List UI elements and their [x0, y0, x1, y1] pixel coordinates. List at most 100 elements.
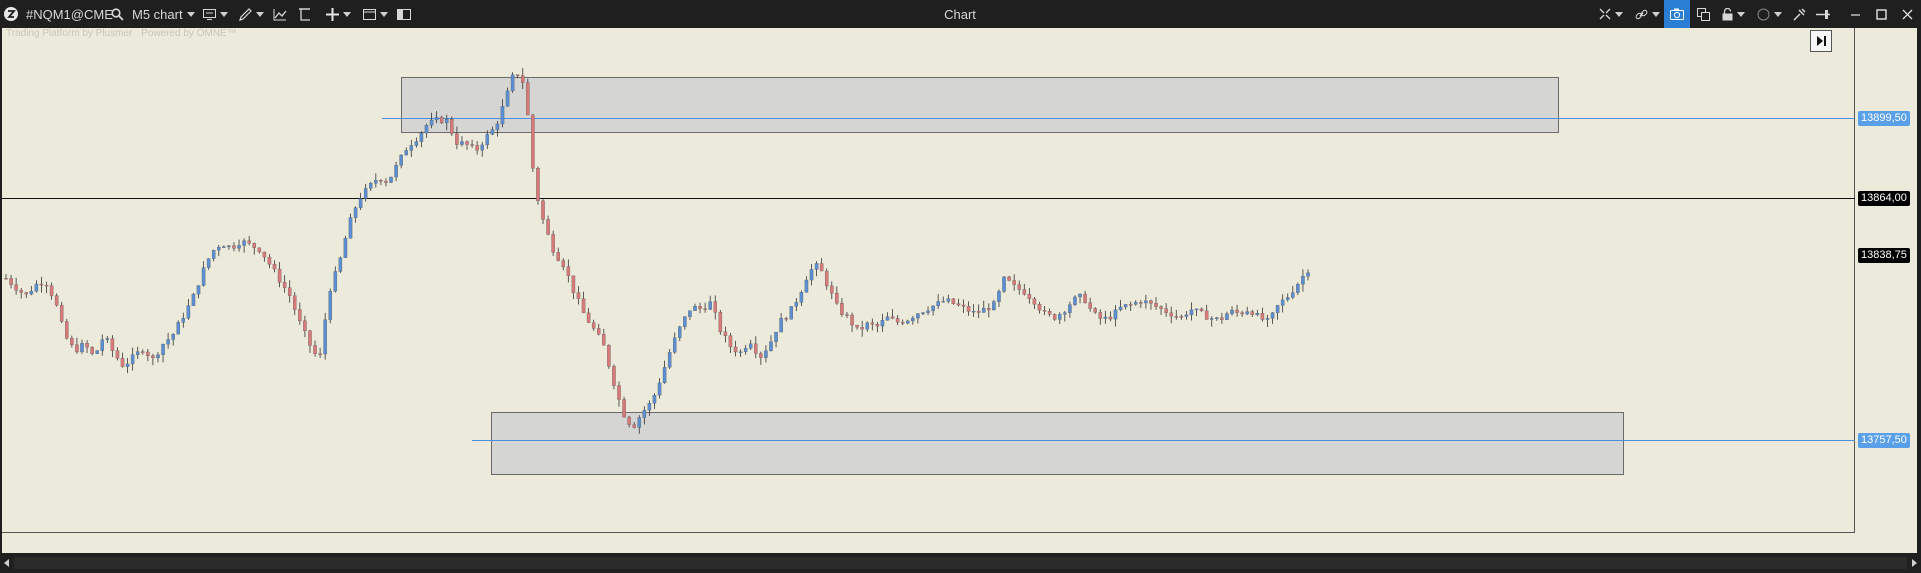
candle-body [819, 263, 824, 272]
candle-body [54, 295, 59, 306]
candle-body [926, 310, 930, 313]
candle-body [404, 150, 408, 156]
layout-icon[interactable] [396, 0, 412, 28]
candle-body [293, 295, 297, 310]
candle-body [141, 351, 145, 353]
color-button[interactable] [1754, 0, 1784, 28]
candle-body [520, 75, 525, 83]
candle-body [607, 345, 611, 367]
candle-body [1265, 318, 1270, 320]
chevron-down-icon [255, 11, 264, 17]
candle-body [1027, 294, 1032, 299]
candle-body [566, 266, 571, 276]
go-to-end-button[interactable] [1810, 30, 1832, 52]
candle-body [1189, 309, 1194, 316]
candle-body [115, 350, 120, 359]
candle-body [14, 284, 18, 291]
add-indicator-button[interactable] [322, 0, 354, 28]
search-icon[interactable] [110, 0, 124, 28]
candle-body [966, 306, 971, 312]
compress-button[interactable] [1596, 0, 1626, 28]
link-button[interactable] [1632, 0, 1662, 28]
minimize-icon[interactable] [1842, 0, 1868, 28]
close-icon[interactable] [1894, 0, 1920, 28]
candle-body [1159, 306, 1163, 309]
scroll-track[interactable] [14, 557, 1907, 569]
skip-to-end-icon [1817, 36, 1826, 46]
candle-body [865, 322, 869, 330]
candle-body [667, 352, 672, 368]
candle-body [911, 317, 915, 322]
candle-body [9, 278, 13, 285]
candle-body [409, 145, 414, 151]
timeframe-label: M5 chart [132, 6, 183, 22]
candle-body [652, 394, 657, 404]
chart-area[interactable]: Trading Platform by Plusmer Powered by O… [2, 28, 1917, 553]
candle-body [196, 285, 201, 295]
candle-body [95, 350, 99, 354]
timeframe-dropdown[interactable]: M5 chart [132, 0, 196, 28]
title-bar: #NQM1@CME M5 chart Chart [0, 0, 1921, 28]
candle-body [1007, 276, 1011, 281]
candle-body [693, 306, 697, 311]
candle-body [24, 292, 29, 295]
candle-body [850, 314, 854, 326]
candle-body [1220, 317, 1224, 320]
candle-body [424, 125, 429, 134]
candle-body [308, 330, 312, 346]
candle-body [612, 366, 616, 386]
window-button[interactable] [360, 0, 390, 28]
copy-icon[interactable] [1694, 0, 1712, 28]
candle-body [571, 275, 576, 293]
candle-body [733, 346, 738, 353]
scroll-left-icon[interactable] [0, 553, 14, 573]
display-settings-button[interactable] [200, 0, 230, 28]
candle-body [531, 114, 535, 169]
lock-button[interactable] [1718, 0, 1748, 28]
candle-body [1134, 302, 1138, 305]
candle-body [480, 144, 484, 151]
drawing-tools-button[interactable] [236, 0, 266, 28]
candle-body [399, 154, 403, 166]
horizontal-scrollbar[interactable] [0, 553, 1921, 573]
candle-body [1058, 314, 1062, 320]
candle-body [916, 313, 920, 319]
tools-icon[interactable] [1790, 0, 1808, 28]
candle-body [982, 308, 986, 313]
candle-body [1240, 312, 1244, 315]
shapes-icon[interactable] [296, 0, 312, 28]
candle-body [1063, 312, 1067, 315]
candle-body [835, 293, 839, 304]
lock-icon [1722, 7, 1732, 20]
candle-body [728, 335, 733, 348]
symbol-selector[interactable]: #NQM1@CME [26, 0, 113, 28]
candle-body [450, 119, 454, 134]
candle-body [591, 322, 596, 329]
candle-body [880, 320, 885, 327]
candle-body [282, 282, 287, 288]
candle-body [698, 306, 702, 309]
chevron-down-icon [1736, 11, 1745, 17]
candle-body [1017, 284, 1021, 290]
app-logo-icon[interactable] [2, 0, 20, 28]
candle-body [419, 132, 424, 142]
candle-body [171, 334, 175, 340]
line-chart-icon[interactable] [272, 0, 288, 28]
pencil-icon [238, 7, 252, 21]
chevron-down-icon [1615, 11, 1623, 17]
camera-icon[interactable] [1664, 0, 1690, 28]
candle-body [495, 123, 500, 130]
candle-body [678, 326, 682, 338]
candle-body [1209, 318, 1214, 320]
symbol-label: #NQM1@CME [26, 6, 113, 22]
candle-body [475, 145, 479, 151]
candle-body [1068, 304, 1072, 313]
candle-body [414, 141, 419, 146]
scroll-right-icon[interactable] [1907, 553, 1921, 573]
candle-body [541, 200, 545, 220]
candle-body [338, 257, 343, 272]
candle-body [794, 302, 799, 307]
maximize-icon[interactable] [1868, 0, 1894, 28]
pin-icon[interactable] [1814, 0, 1832, 28]
candle-body [252, 243, 256, 249]
